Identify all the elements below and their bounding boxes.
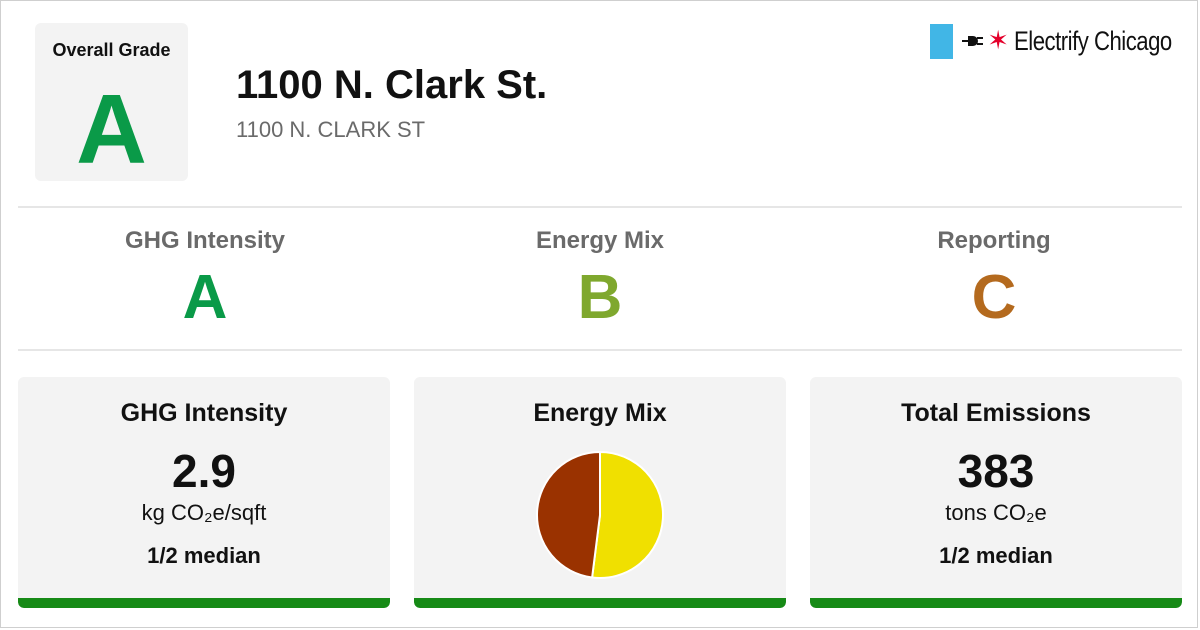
total-emissions-value: 383 — [957, 445, 1035, 497]
grade-ghg-intensity: GHG Intensity A — [8, 226, 402, 334]
card-title: GHG Intensity — [120, 399, 288, 427]
flag-stripe-icon — [930, 23, 954, 59]
card-accent-bar — [18, 598, 390, 608]
plug-icon — [962, 36, 984, 46]
card-accent-bar — [810, 598, 1182, 608]
total-emissions-card: Total Emissions 383 tons CO₂e 1/2 median — [810, 377, 1182, 608]
brand-name: Electrify Chicago — [1014, 25, 1172, 56]
overall-grade-label: Overall Grade — [52, 40, 171, 60]
ghg-intensity-card: GHG Intensity 2.9 kg CO₂e/sqft 1/2 media… — [18, 377, 390, 608]
total-emissions-comparison: 1/2 median — [939, 543, 1053, 568]
grade-letter: C — [971, 263, 1017, 332]
grade-label: Reporting — [937, 227, 1051, 254]
section-divider — [18, 349, 1182, 351]
grade-label: Energy Mix — [535, 227, 665, 254]
energy-mix-pie-chart — [536, 450, 664, 579]
card-accent-bar — [414, 598, 786, 608]
building-address: 1100 N. CLARK ST — [236, 117, 426, 142]
ghg-intensity-comparison: 1/2 median — [147, 543, 261, 568]
brand-logo[interactable]: ✶ Electrify Chicago — [930, 23, 1176, 59]
ghg-intensity-unit: kg CO₂e/sqft — [141, 500, 267, 525]
grade-reporting: Reporting C — [797, 226, 1191, 334]
total-emissions-unit: tons CO₂e — [945, 500, 1047, 525]
section-divider — [18, 206, 1182, 208]
pie-slice-1 — [536, 450, 601, 579]
card-title: Total Emissions — [901, 399, 1091, 427]
energy-mix-card: Energy Mix — [414, 377, 786, 608]
overall-grade-letter: A — [76, 74, 147, 184]
building-name: 1100 N. Clark St. — [236, 63, 548, 107]
grade-label: GHG Intensity — [124, 227, 286, 254]
grade-letter: B — [577, 263, 623, 332]
red-star-icon: ✶ — [987, 25, 1009, 55]
grade-energy-mix: Energy Mix B — [403, 226, 797, 334]
pie-slice-0 — [590, 450, 664, 579]
card-title: Energy Mix — [533, 399, 667, 427]
ghg-intensity-value: 2.9 — [172, 445, 236, 497]
overall-grade-box: Overall Grade A — [35, 23, 188, 181]
grade-letter: A — [182, 263, 228, 332]
